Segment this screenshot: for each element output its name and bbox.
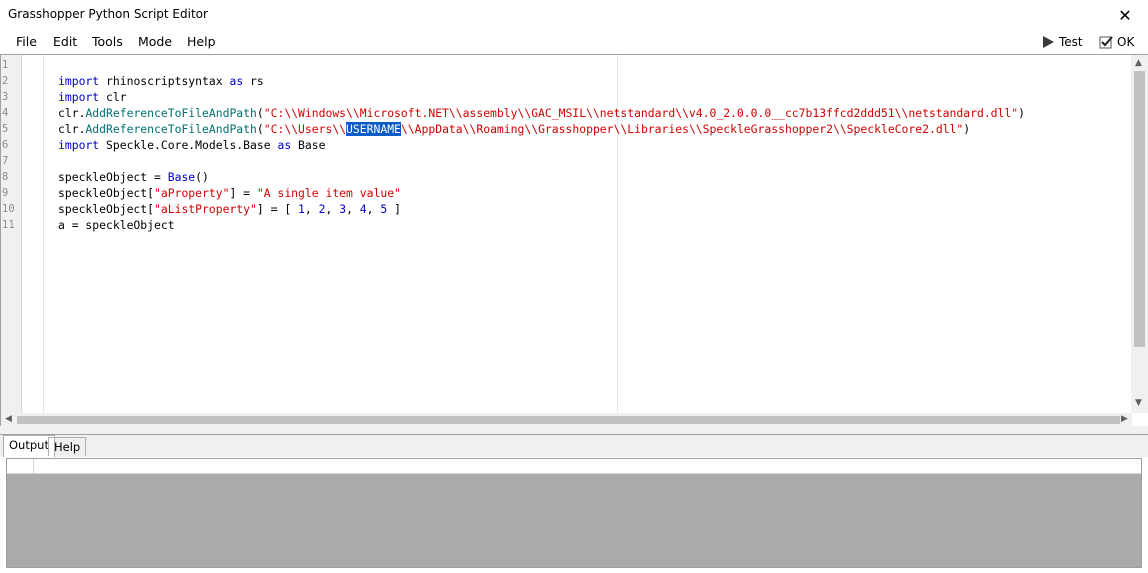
line-number: 10	[2, 203, 15, 215]
line-number: 9	[2, 187, 9, 199]
code-line[interactable]: a = speckleObject	[58, 217, 175, 233]
code-line[interactable]: import rhinoscriptsyntax as rs	[58, 73, 264, 89]
code-token: clr.	[58, 122, 86, 136]
test-label: Test	[1059, 35, 1083, 49]
code-line[interactable]: clr.AddReferenceToFileAndPath("C:\\Windo…	[58, 105, 1025, 121]
pane-splitter[interactable]	[0, 426, 1148, 434]
code-token: "aProperty"	[154, 186, 230, 200]
code-token: Speckle.Core.Models.Base	[99, 138, 278, 152]
code-token: ,	[346, 202, 360, 216]
code-token: Base	[167, 170, 196, 184]
code-token: speckleObject[	[58, 202, 155, 216]
code-token: rhinoscriptsyntax	[99, 74, 230, 88]
output-panel[interactable]	[6, 458, 1142, 568]
fold-margin	[21, 55, 44, 413]
code-token: ()	[195, 170, 209, 184]
code-token: "aListProperty"	[154, 202, 257, 216]
code-token: as	[277, 138, 292, 152]
code-token: clr	[99, 90, 127, 104]
horizontal-scroll-thumb[interactable]	[17, 416, 1120, 424]
code-token: 1	[298, 202, 305, 216]
close-icon: ✕	[1118, 5, 1132, 25]
code-token: import	[58, 138, 100, 152]
title-bar: Grasshopper Python Script Editor ✕	[0, 0, 1148, 30]
code-token: import	[58, 74, 100, 88]
code-token: rs	[243, 74, 264, 88]
code-token: )	[1018, 106, 1025, 120]
code-token: ]	[387, 202, 401, 216]
menu-mode[interactable]: Mode	[138, 34, 172, 49]
code-editor[interactable]: 1 2 3 4 5 6 7 8 9 10 11 import rhinoscriptsyntax a…	[0, 54, 1148, 427]
tab-help[interactable]: Help	[48, 437, 87, 456]
code-token: ] =	[229, 186, 257, 200]
menu-file[interactable]: File	[16, 34, 37, 49]
vertical-scrollbar[interactable]: ▲ ▼	[1131, 55, 1148, 413]
line-number: 1	[2, 59, 9, 71]
code-token: import	[58, 90, 100, 104]
menu-bar: File Edit Tools Mode Help Test OK	[0, 30, 1148, 54]
code-token: )	[963, 122, 971, 136]
scroll-left-icon[interactable]: ◀	[5, 414, 12, 424]
code-token: AddReferenceToFileAndPath	[85, 106, 257, 120]
checkbox-icon	[1099, 36, 1113, 49]
code-line[interactable]: clr.AddReferenceToFileAndPath("C:\\Users…	[58, 121, 970, 137]
scroll-down-icon[interactable]: ▼	[1135, 398, 1142, 408]
code-token: ,	[304, 202, 319, 216]
code-token: speckleObject =	[58, 170, 168, 184]
line-number: 11	[2, 219, 15, 231]
line-number: 7	[2, 155, 9, 167]
ok-button[interactable]: OK	[1099, 32, 1134, 52]
menu-help[interactable]: Help	[187, 34, 216, 49]
ok-label: OK	[1117, 35, 1135, 49]
line-number: 5	[2, 123, 9, 135]
code-token: Base	[291, 138, 326, 152]
menu-tools[interactable]: Tools	[92, 34, 123, 49]
line-number: 4	[2, 107, 9, 119]
code-token: "C:\\Windows\\Microsoft.NET\\assembly\\G…	[263, 106, 1019, 120]
code-token: "C:\\Users\\	[263, 122, 347, 136]
bottom-tabs: Output Help	[0, 434, 1148, 457]
selected-text: USERNAME	[346, 122, 401, 136]
code-token: "A single item value"	[256, 186, 401, 200]
output-column-divider	[33, 459, 34, 473]
code-line[interactable]: speckleObject["aListProperty"] = [ 1, 2,…	[58, 201, 401, 217]
line-number-gutter: 1 2 3 4 5 6 7 8 9 10 11	[1, 55, 22, 413]
test-button[interactable]: Test	[1041, 32, 1083, 52]
scroll-right-icon[interactable]: ▶	[1121, 414, 1128, 424]
code-token: (	[256, 106, 264, 120]
code-token: 4	[359, 202, 367, 216]
code-token: ,	[366, 202, 381, 216]
close-button[interactable]: ✕	[1102, 0, 1148, 30]
scroll-up-icon[interactable]: ▲	[1135, 58, 1142, 68]
line-number: 3	[2, 91, 9, 103]
line-number: 2	[2, 75, 9, 87]
code-token: \\AppData\\Roaming\\Grasshopper\\Librari…	[400, 122, 964, 136]
horizontal-scrollbar[interactable]: ◀ ▶	[1, 413, 1132, 427]
window-title: Grasshopper Python Script Editor	[8, 7, 208, 21]
code-line[interactable]: speckleObject = Base()	[58, 169, 209, 185]
code-token: AddReferenceToFileAndPath	[85, 122, 257, 136]
line-number: 6	[2, 139, 9, 151]
code-token: as	[229, 74, 244, 88]
code-line[interactable]: import clr	[58, 89, 127, 105]
code-token: speckleObject[	[58, 186, 155, 200]
code-token: a = speckleObject	[58, 218, 175, 232]
play-icon	[1043, 36, 1054, 48]
menu-edit[interactable]: Edit	[53, 34, 77, 49]
vertical-scroll-thumb[interactable]	[1134, 71, 1145, 347]
line-number: 8	[2, 171, 9, 183]
code-line[interactable]: import Speckle.Core.Models.Base as Base	[58, 137, 325, 153]
code-token: clr.	[58, 106, 86, 120]
output-area	[7, 474, 1141, 567]
code-line[interactable]: speckleObject["aProperty"] = "A single i…	[58, 185, 401, 201]
code-token: ] = [	[256, 202, 299, 216]
code-token: (	[256, 122, 264, 136]
output-header-row	[7, 459, 1141, 474]
code-token: ,	[325, 202, 340, 216]
